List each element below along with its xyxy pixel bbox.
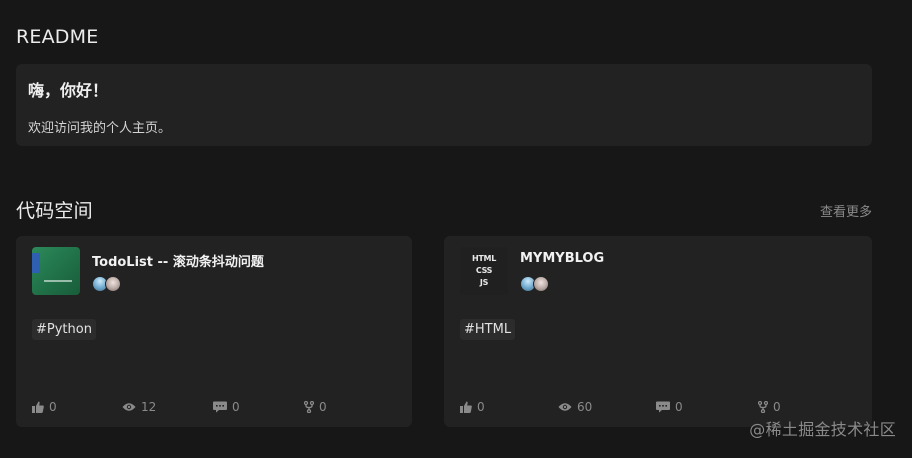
codespace-section-title: 代码空间 [16,200,93,222]
thumbs-up-icon [460,401,472,413]
likes-stat[interactable]: 0 [32,400,57,414]
likes-count: 0 [477,400,485,414]
thumbs-up-icon [32,401,44,413]
readme-section-title: README [16,26,99,48]
eye-icon [558,402,572,412]
thumbnail-text-js: JS [479,278,489,287]
readme-card: 嗨，你好！ 欢迎访问我的个人主页。 [16,64,872,146]
repo-stats: 0 12 0 0 [32,400,372,414]
comments-count: 0 [232,400,240,414]
comment-icon [656,401,670,413]
avatar[interactable] [533,276,549,292]
likes-stat[interactable]: 0 [460,400,485,414]
comments-stat[interactable]: 0 [656,400,683,414]
view-more-link[interactable]: 查看更多 [820,201,872,220]
forks-count: 0 [773,400,781,414]
repo-tag[interactable]: #Python [32,319,96,340]
contributors [92,276,121,292]
forks-stat[interactable]: 0 [758,400,781,414]
repo-card[interactable]: HTML CSS JS MYMYBLOG #HTML 0 60 0 0 [444,236,872,427]
comments-count: 0 [675,400,683,414]
repo-thumbnail: HTML CSS JS [460,247,508,295]
views-count: 12 [141,400,157,414]
views-count: 60 [577,400,593,414]
forks-count: 0 [319,400,327,414]
comment-icon [213,401,227,413]
readme-body: 欢迎访问我的个人主页。 [28,121,172,136]
fork-icon [758,401,768,413]
avatar[interactable] [105,276,121,292]
views-stat: 60 [558,400,592,414]
repo-name[interactable]: MYMYBLOG [520,251,604,266]
likes-count: 0 [49,400,57,414]
eye-icon [122,402,136,412]
repo-name[interactable]: TodoList -- 滚动条抖动问题 [92,251,264,270]
comments-stat[interactable]: 0 [213,400,240,414]
thumbnail-text-css: CSS [475,266,493,275]
fork-icon [304,401,314,413]
repo-stats: 0 60 0 0 [460,400,820,414]
repo-tag[interactable]: #HTML [460,319,516,340]
contributors [520,276,549,292]
repo-thumbnail [32,247,80,295]
forks-stat[interactable]: 0 [304,400,327,414]
thumbnail-text-html: HTML [471,254,496,263]
readme-heading: 嗨，你好！ [28,81,109,100]
watermark: @稀土掘金技术社区 [749,420,896,439]
repo-card[interactable]: TodoList -- 滚动条抖动问题 #Python 0 12 0 0 [16,236,412,427]
views-stat: 12 [122,400,156,414]
